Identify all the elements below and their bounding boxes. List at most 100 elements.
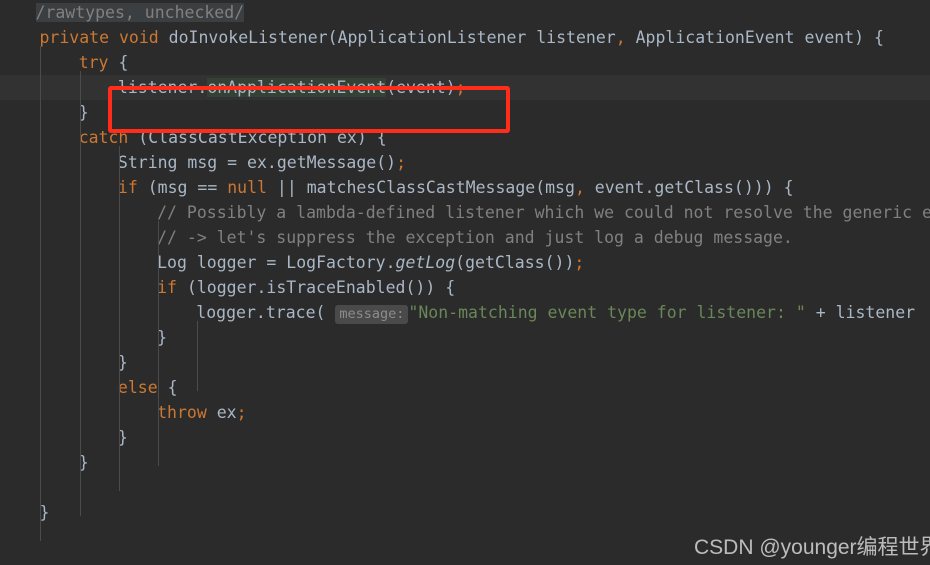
code-line[interactable]: } [0, 100, 930, 125]
code-token: event [396, 78, 446, 97]
code-line[interactable]: } [0, 500, 930, 525]
code-token: Log [157, 253, 187, 272]
code-token: msg [545, 178, 575, 197]
code-token: ( [386, 78, 397, 97]
code-token: // -> let's suppress the exception and j… [157, 228, 793, 247]
code-token: listener [825, 303, 916, 322]
code-token: ex [237, 153, 267, 172]
code-token: ()) [544, 253, 575, 272]
annotation-text: /rawtypes, unchecked/ [35, 3, 245, 22]
code-token: ()) [405, 278, 436, 297]
code-token: } [78, 453, 89, 472]
code-token: ( [186, 278, 197, 297]
code-line[interactable]: else { [0, 375, 930, 400]
code-line[interactable] [0, 475, 930, 500]
code-token: throw [157, 403, 207, 422]
code-line[interactable]: throw ex; [0, 400, 930, 425]
code-token: ( [315, 303, 326, 322]
code-token: { [376, 128, 387, 147]
code-token: event [794, 28, 855, 47]
code-token: () [376, 153, 397, 172]
code-line[interactable]: if (logger.isTraceEnabled()) { [0, 275, 930, 300]
code-token: ( [138, 128, 149, 147]
code-token: logger [196, 303, 256, 322]
code-token: // Possibly a lambda-defined listener wh… [157, 203, 930, 222]
code-token: getClass [465, 253, 545, 272]
code-token: logger [186, 253, 267, 272]
code-line[interactable]: try { [0, 50, 930, 75]
code-token: } [117, 428, 128, 447]
code-token: ( [535, 178, 546, 197]
code-token: else [117, 378, 158, 397]
code-token: { [167, 378, 178, 397]
code-token: ) [854, 28, 865, 47]
code-token: if [157, 278, 177, 297]
watermark-text: CSDN @younger编程世界 [694, 536, 930, 559]
code-token: listener [117, 78, 198, 97]
code-line[interactable]: catch (ClassCastException ex) { [0, 125, 930, 150]
code-token: { [445, 278, 456, 297]
code-token: listener [526, 28, 616, 47]
code-line[interactable]: } [0, 325, 930, 350]
code-token: } [39, 503, 50, 522]
code-token: getMessage [276, 153, 377, 172]
code-token: ApplicationListener [337, 28, 527, 47]
code-line[interactable]: Log logger = LogFactory.getLog(getClass(… [0, 250, 930, 275]
code-token: null [227, 178, 267, 197]
code-token: = [227, 153, 238, 172]
code-token: isTraceEnabled [266, 278, 406, 297]
code-token: try [78, 53, 109, 72]
code-token: ; [396, 153, 407, 172]
code-token: + [815, 303, 826, 322]
code-line[interactable]: // -> let's suppress the exception and j… [0, 225, 930, 250]
code-line[interactable]: logger.trace( message: "Non-matching even… [0, 300, 930, 325]
code-token: ; [455, 78, 466, 97]
code-token: { [783, 178, 794, 197]
code-token: } [117, 353, 128, 372]
code-token: private [39, 28, 110, 47]
code-token: . [255, 303, 266, 322]
code-token: ( [147, 178, 158, 197]
code-token: ( [327, 28, 338, 47]
code-line[interactable]: } [0, 350, 930, 375]
code-token: . [266, 153, 277, 172]
code-token: matchesClassCastMessage [306, 178, 536, 197]
code-token: . [385, 253, 396, 272]
code-line[interactable]: } [0, 425, 930, 450]
code-token: == [197, 178, 218, 197]
code-token: || [276, 178, 297, 197]
code-line[interactable]: listener.onApplicationEvent(event); [0, 75, 930, 100]
code-line[interactable]: String msg = ex.getMessage(); [0, 150, 930, 175]
code-line[interactable]: private void doInvokeListener(Applicatio… [0, 25, 930, 50]
code-token: ex [206, 403, 237, 422]
code-line[interactable]: if (msg == null || matchesClassCastMessa… [0, 175, 930, 200]
code-token: catch [78, 128, 129, 147]
parameter-hint-badge[interactable]: message: [335, 305, 409, 324]
code-token: ex [327, 128, 357, 147]
code-token: ; [574, 253, 585, 272]
code-token: trace [265, 303, 316, 322]
code-token: ())) [733, 178, 774, 197]
code-token: , [574, 178, 585, 197]
code-line[interactable]: /rawtypes, unchecked/ [0, 0, 930, 25]
code-token: ; [236, 403, 247, 422]
code-line[interactable]: } [0, 450, 930, 475]
code-token: } [78, 103, 89, 122]
code-token: String [117, 153, 178, 172]
code-line[interactable]: // Possibly a lambda-defined listener wh… [0, 200, 930, 225]
code-editor[interactable]: /rawtypes, unchecked/private void doInvo… [0, 0, 930, 565]
code-token: ApplicationEvent [635, 28, 795, 47]
code-token: . [256, 278, 267, 297]
code-lines-container[interactable]: /rawtypes, unchecked/private void doInvo… [0, 0, 930, 525]
code-token: ) [356, 128, 367, 147]
code-token: msg [157, 178, 198, 197]
